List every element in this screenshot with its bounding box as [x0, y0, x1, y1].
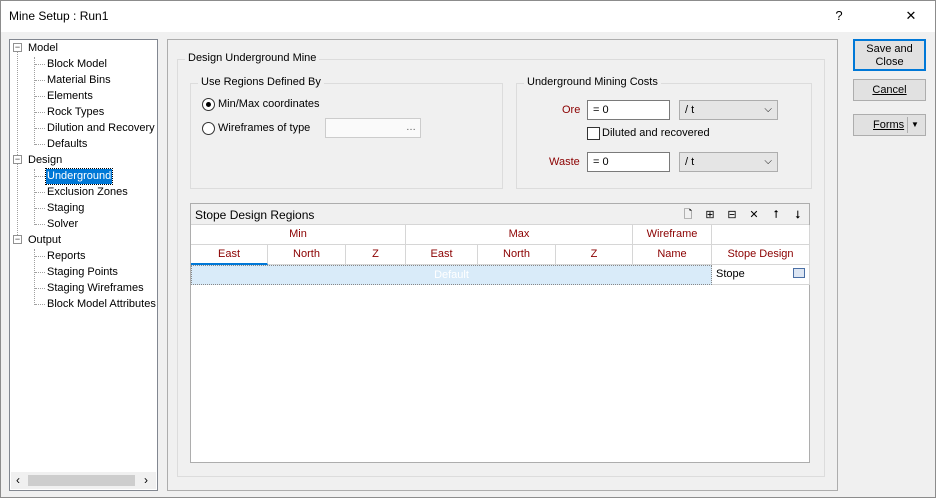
diluted-label: Diluted and recovered	[602, 127, 710, 139]
col-min-north[interactable]: North	[268, 245, 346, 265]
tree-item-defaults[interactable]: Defaults	[47, 137, 87, 152]
tree-item-block-model-attributes[interactable]: Block Model Attributes	[47, 297, 156, 312]
output-expander-icon[interactable]: −	[13, 235, 22, 244]
tree-item-underground[interactable]: Underground	[44, 168, 114, 185]
forms-label: Forms	[873, 119, 905, 131]
tree-item-exclusion-zones[interactable]: Exclusion Zones	[47, 185, 128, 200]
tree-horizontal-scrollbar[interactable]: ‹ ›	[11, 472, 156, 489]
grid-title: Stope Design Regions	[195, 208, 315, 222]
tree-item-material-bins[interactable]: Material Bins	[47, 73, 111, 88]
tree-item-block-model[interactable]: Block Model	[47, 57, 107, 72]
table-row-name[interactable]: Default	[191, 265, 712, 285]
grid-toolbar: Stope Design Regions 🗋 ⊞ ⊟ ✕ ⭡ ⭣	[191, 204, 809, 225]
title-bar: Mine Setup : Run1 ? ✕	[1, 1, 935, 32]
mine-setup-window: Mine Setup : Run1 ? ✕ − Model Block Mode…	[0, 0, 936, 498]
waste-unit-value: / t	[685, 156, 695, 168]
table-picker-icon[interactable]	[793, 268, 805, 278]
col-min-east[interactable]: East	[191, 245, 268, 265]
ore-cost-input[interactable]: = 0	[587, 100, 670, 120]
forms-dropdown-icon[interactable]: ▼	[911, 115, 919, 135]
group-wireframe: Wireframe	[633, 225, 712, 245]
navigation-tree: − Model Block Model Material Bins Elemen…	[9, 39, 158, 491]
ore-label: Ore	[562, 104, 581, 116]
tree-item-output[interactable]: Output	[28, 233, 61, 248]
chevron-down-icon: ⌵	[764, 156, 772, 167]
move-down-icon[interactable]: ⭣	[791, 208, 805, 222]
wireframe-type-field[interactable]: …	[325, 118, 421, 138]
waste-unit-select[interactable]: / t ⌵	[679, 152, 778, 172]
cancel-button[interactable]: Cancel	[853, 79, 926, 101]
radio-wireframes[interactable]	[202, 122, 215, 135]
col-stope-design[interactable]: Stope Design	[712, 245, 810, 265]
design-underground-legend: Design Underground Mine	[185, 52, 320, 64]
save-and-close-button[interactable]: Save and Close	[853, 39, 926, 71]
tree-item-solver[interactable]: Solver	[47, 217, 78, 232]
costs-legend: Underground Mining Costs	[524, 76, 661, 88]
diluted-checkbox[interactable]	[587, 127, 600, 140]
stope-design-value: Stope	[716, 268, 745, 280]
col-wireframe-name[interactable]: Name	[633, 245, 712, 265]
col-max-z[interactable]: Z	[556, 245, 633, 265]
tree-item-design[interactable]: Design	[28, 153, 62, 168]
help-icon[interactable]: ?	[825, 5, 853, 27]
design-expander-icon[interactable]: −	[13, 155, 22, 164]
model-expander-icon[interactable]: −	[13, 43, 22, 52]
scroll-left-icon[interactable]: ‹	[16, 473, 20, 487]
scroll-right-icon[interactable]: ›	[144, 473, 148, 487]
group-max: Max	[406, 225, 633, 245]
forms-button[interactable]: Forms ▼	[853, 114, 926, 136]
stope-design-regions-grid: Stope Design Regions 🗋 ⊞ ⊟ ✕ ⭡ ⭣ Min Max…	[190, 203, 810, 463]
regions-legend: Use Regions Defined By	[198, 76, 324, 88]
tree-item-staging[interactable]: Staging	[47, 201, 84, 216]
move-up-icon[interactable]: ⭡	[769, 208, 783, 222]
tree-item-reports[interactable]: Reports	[47, 249, 86, 264]
col-max-north[interactable]: North	[478, 245, 556, 265]
group-min: Min	[191, 225, 406, 245]
waste-cost-input[interactable]: = 0	[587, 152, 670, 172]
tree-item-elements[interactable]: Elements	[47, 89, 93, 104]
chevron-down-icon: ⌵	[764, 104, 772, 115]
table-row-stope[interactable]: Stope	[712, 265, 810, 285]
tree-item-dilution-recovery[interactable]: Dilution and Recovery	[47, 121, 155, 136]
delete-icon[interactable]: ✕	[747, 208, 761, 222]
tree-item-rock-types[interactable]: Rock Types	[47, 105, 104, 120]
group-empty	[712, 225, 810, 245]
tree-item-staging-points[interactable]: Staging Points	[47, 265, 118, 280]
tree-item-staging-wireframes[interactable]: Staging Wireframes	[47, 281, 144, 296]
close-icon[interactable]: ✕	[897, 5, 925, 27]
browse-icon[interactable]: …	[406, 119, 416, 137]
add-row-icon[interactable]: ⊟	[725, 208, 739, 222]
scroll-thumb[interactable]	[28, 475, 135, 486]
radio-minmax-label: Min/Max coordinates	[218, 98, 320, 110]
tree-item-model[interactable]: Model	[28, 41, 58, 56]
waste-label: Waste	[549, 156, 580, 168]
col-min-z[interactable]: Z	[346, 245, 406, 265]
radio-minmax[interactable]	[202, 98, 215, 111]
window-title: Mine Setup : Run1	[9, 9, 109, 23]
insert-row-icon[interactable]: ⊞	[703, 208, 717, 222]
radio-wireframes-label: Wireframes of type	[218, 122, 311, 134]
col-max-east[interactable]: East	[406, 245, 478, 265]
ore-unit-value: / t	[685, 104, 695, 116]
new-row-icon[interactable]: 🗋	[681, 208, 695, 222]
ore-unit-select[interactable]: / t ⌵	[679, 100, 778, 120]
